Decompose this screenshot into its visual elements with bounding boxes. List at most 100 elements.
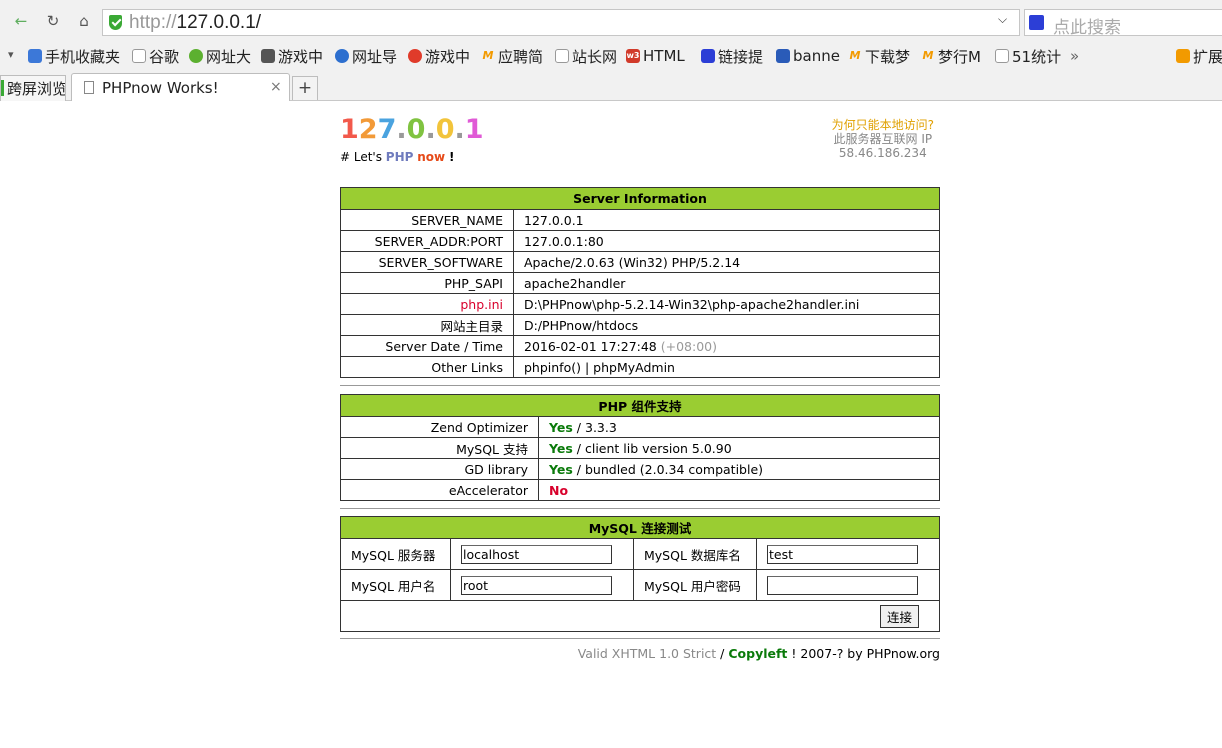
game-icon [408,49,422,63]
tab-active[interactable]: PHPnow Works! × [71,73,290,101]
mysql-user-input[interactable]: root [461,575,612,595]
divider [340,508,940,509]
bookmark-item[interactable]: 游戏中 [408,46,470,66]
bookmark-item[interactable]: M 梦行M [921,46,981,66]
bookmark-item[interactable]: 51统计 [995,46,1061,66]
bookmarks-overflow-icon[interactable]: » [1070,46,1079,66]
copyleft-link[interactable]: Copyleft [728,646,787,661]
mysql-pass-label: MySQL 用户密码 [633,569,757,601]
server-info-table: Server Information SERVER_NAME 127.0.0.1 … [340,187,940,378]
tab-close-icon[interactable]: × [270,79,282,95]
table-row: SERVER_NAME 127.0.0.1 [340,209,940,231]
bookmarks-bar: ▾ 手机收藏夹 谷歌 网址大 游戏中 网址导 游戏中 M 应聘简 站长网 w3 HT… [0,43,1222,69]
bar-chart-icon [776,49,790,63]
mysql-server-label: MySQL 服务器 [340,538,451,570]
php-support-title: PHP 组件支持 [340,394,940,417]
table-row: Other Links phpinfo() | phpMyAdmin [340,356,940,378]
logo-char: . [425,114,436,145]
mysql-db-label: MySQL 数据库名 [633,538,757,570]
table-row: MySQL 支持 Yes / client lib version 5.0.90 [340,437,940,459]
bookmark-item[interactable]: 网址导 [335,46,397,66]
mysql-db-input[interactable]: test [767,544,918,564]
bookmarks-toggle-icon[interactable]: ▾ [8,48,14,61]
mysql-test-table: MySQL 连接测试 MySQL 服务器 localhost MySQL 数据库… [340,516,940,632]
row-key: Other Links [340,356,514,378]
logo-char: 2 [358,114,378,145]
home-icon[interactable]: ⌂ [71,8,97,34]
php-support-table: PHP 组件支持 Zend Optimizer Yes / 3.3.3 MySQL… [340,394,940,501]
row-value: 127.0.0.1:80 [513,230,940,252]
bookmark-item[interactable]: banne [776,46,840,66]
row-key: Server Date / Time [340,335,514,357]
row-value: 2016-02-01 17:27:48 (+08:00) [513,335,940,357]
tab-strip: 跨屏浏览 PHPnow Works! × + [0,72,1222,101]
url-text[interactable]: http://127.0.0.1/ [129,12,261,34]
extensions-icon [1176,49,1190,63]
browser-chrome: ← ↻ ⌂ http://127.0.0.1/ ✻⚡ ⌵ 点此搜索 ▾ 手机收藏… [0,0,1222,101]
security-shield-icon [109,15,122,30]
cross-screen-browse-button[interactable]: 跨屏浏览 [0,75,66,101]
row-key: Zend Optimizer [340,416,539,438]
table-row: SERVER_ADDR:PORT 127.0.0.1:80 [340,230,940,252]
bookmark-item[interactable]: 链接提 [701,46,763,66]
globe-icon [189,49,203,63]
other-links[interactable]: phpinfo() | phpMyAdmin [513,356,940,378]
bookmark-item[interactable]: 游戏中 [261,46,323,66]
row-value: No [538,479,940,501]
mysql-password-input[interactable] [767,575,918,595]
m-logo-icon: M [482,49,494,62]
ip-label: 此服务器互联网 IP [833,132,933,146]
row-key: 网站主目录 [340,314,514,336]
bookmark-item[interactable]: 站长网 [555,46,617,66]
ip-question-link[interactable]: 为何只能本地访问? [832,118,934,132]
new-tab-button[interactable]: + [292,76,318,100]
row-value: Yes / bundled (2.0.34 compatible) [538,458,940,480]
table-row: eAccelerator No [340,479,940,501]
row-value: D:\PHPnow\php-5.2.14-Win32\php-apache2ha… [513,293,940,315]
page-icon [132,49,146,63]
table-row: PHP_SAPI apache2handler [340,272,940,294]
row-value: Apache/2.0.63 (Win32) PHP/5.2.14 [513,251,940,273]
row-value: Yes / 3.3.3 [538,416,940,438]
baidu-icon [701,49,715,63]
back-arrow-icon[interactable]: ← [8,8,34,34]
logo-char: 7 [377,114,397,145]
phone-icon [28,49,42,63]
bookmark-item[interactable]: 谷歌 [132,46,179,66]
search-box[interactable]: 点此搜索 [1024,9,1222,38]
row-key: SERVER_ADDR:PORT [340,230,514,252]
status-no: No [549,482,569,498]
extensions-button[interactable]: 扩展 [1176,46,1222,66]
address-bar[interactable]: http://127.0.0.1/ ✻⚡ [102,9,1083,36]
server-info-title: Server Information [340,187,940,210]
baidu-search-engine-icon[interactable] [1029,15,1044,30]
search-placeholder: 点此搜索 [1053,18,1121,38]
logo-char: 0 [435,114,455,145]
row-value: Yes / client lib version 5.0.90 [538,437,940,459]
page-icon [995,49,1009,63]
address-bar-row: ← ↻ ⌂ http://127.0.0.1/ ✻⚡ ⌵ 点此搜索 [0,5,1222,40]
valid-xhtml-link[interactable]: Valid XHTML 1.0 Strict [578,646,717,661]
mysql-user-label: MySQL 用户名 [340,569,451,601]
bookmark-item[interactable]: M 下载梦 [848,46,911,66]
logo-char: 0 [406,114,426,145]
mysql-server-input[interactable]: localhost [461,544,612,564]
bookmark-item[interactable]: M 应聘简 [481,46,544,66]
bookmark-item[interactable]: 手机收藏夹 [28,46,120,66]
mysql-test-title: MySQL 连接测试 [340,516,940,539]
status-yes: Yes [549,419,573,435]
reload-icon[interactable]: ↻ [40,8,66,34]
page-icon [84,81,94,94]
nav-icon [335,49,349,63]
connect-button[interactable]: 连接 [879,604,919,628]
bookmark-item[interactable]: 网址大 [189,46,251,66]
table-row: 网站主目录 D:/PHPnow/htdocs [340,314,940,336]
row-value: apache2handler [513,272,940,294]
ip-value: 58.46.186.234 [838,146,927,160]
logo: 127.0.0.1 [340,114,484,145]
address-dropdown-icon[interactable]: ⌵ [998,12,1007,27]
table-row: Zend Optimizer Yes / 3.3.3 [340,416,940,438]
bookmark-item[interactable]: w3 HTML [626,46,685,66]
row-key: SERVER_SOFTWARE [340,251,514,273]
php-ini-link[interactable]: php.ini [340,293,514,315]
